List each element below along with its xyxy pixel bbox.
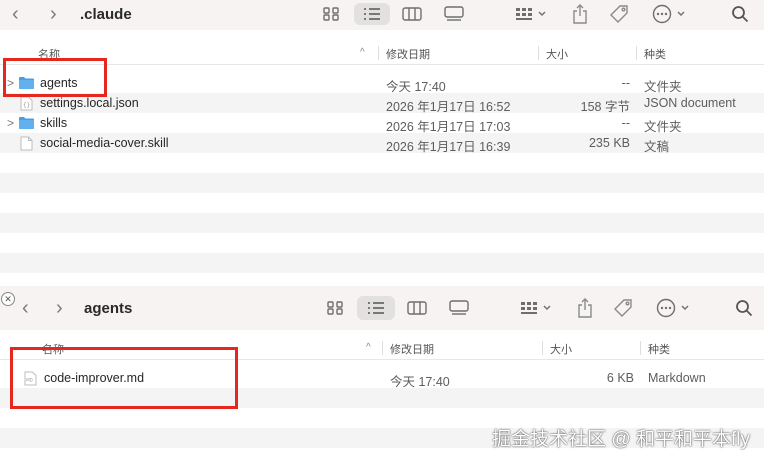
column-divider[interactable] — [538, 46, 539, 60]
group-by-icon[interactable] — [512, 3, 550, 25]
column-divider[interactable] — [542, 341, 543, 355]
forward-button[interactable]: › — [50, 4, 57, 24]
back-button[interactable]: ‹ — [22, 298, 29, 318]
list-item[interactable]: social-media-cover.skill 2026 年1月17日 16:… — [0, 133, 764, 156]
close-icon[interactable]: ✕ — [1, 292, 15, 306]
column-divider[interactable] — [636, 46, 637, 60]
column-size[interactable]: 大小 — [550, 341, 572, 357]
file-size: -- — [621, 76, 630, 90]
document-icon — [20, 136, 33, 156]
file-name: social-media-cover.skill — [40, 136, 169, 150]
finder-window-claude: ‹ › .claude 名称 ^ 修改日期 大小 种类 > agents 今天 … — [0, 0, 764, 283]
window-title: .claude — [80, 6, 132, 23]
file-kind: 文稿 — [644, 140, 670, 154]
back-button[interactable]: ‹ — [12, 4, 19, 24]
column-header: 名称 ^ 修改日期 大小 种类 — [0, 42, 764, 65]
highlight-box — [10, 347, 238, 409]
file-name: skills — [40, 116, 68, 130]
column-date[interactable]: 修改日期 — [386, 46, 430, 62]
file-name: settings.local.json — [40, 96, 139, 110]
column-divider[interactable] — [640, 341, 641, 355]
empty-row — [0, 173, 764, 193]
empty-row — [0, 213, 764, 233]
column-kind[interactable]: 种类 — [648, 341, 670, 357]
disclosure-chevron-icon[interactable]: > — [7, 116, 14, 130]
file-date: 2026 年1月17日 16:39 — [386, 140, 511, 154]
empty-row — [0, 253, 764, 273]
file-size: 6 KB — [606, 371, 634, 385]
share-icon[interactable] — [568, 2, 592, 26]
grid-view-icon[interactable] — [318, 3, 344, 25]
more-actions-icon[interactable] — [650, 3, 690, 25]
column-divider[interactable] — [382, 341, 383, 355]
file-kind: Markdown — [648, 371, 706, 385]
tag-icon[interactable] — [606, 2, 632, 26]
sort-ascending-icon: ^ — [360, 47, 365, 58]
toolbar: ‹ › .claude — [0, 0, 764, 30]
list-item[interactable]: {} settings.local.json 2026 年1月17日 16:52… — [0, 93, 764, 114]
search-icon[interactable] — [732, 297, 756, 319]
grid-view-icon[interactable] — [322, 297, 348, 319]
file-kind: JSON document — [644, 96, 736, 110]
gallery-view-icon[interactable] — [440, 3, 468, 25]
list-item[interactable]: > skills 2026 年1月17日 17:03 -- 文件夹 — [0, 113, 764, 134]
window-title: agents — [84, 300, 133, 317]
list-view-icon[interactable] — [354, 3, 390, 25]
column-date[interactable]: 修改日期 — [390, 341, 434, 357]
search-icon[interactable] — [728, 3, 752, 25]
sort-ascending-icon: ^ — [366, 342, 371, 353]
gallery-view-icon[interactable] — [445, 297, 473, 319]
toolbar: ‹ › agents — [0, 286, 764, 330]
forward-button[interactable]: › — [56, 298, 63, 318]
list-item[interactable]: > agents 今天 17:40 -- 文件夹 — [0, 73, 764, 94]
column-kind[interactable]: 种类 — [644, 46, 666, 62]
svg-text:{}: {} — [23, 102, 30, 109]
tag-icon[interactable] — [610, 296, 636, 320]
group-by-icon[interactable] — [517, 297, 555, 319]
column-view-icon[interactable] — [398, 3, 426, 25]
file-size: 235 KB — [588, 136, 630, 150]
highlight-box — [3, 58, 107, 97]
share-icon[interactable] — [573, 296, 597, 320]
list-view-icon[interactable] — [357, 296, 395, 320]
watermark-text: 掘金技术社区 @ 和平和平本fly — [492, 429, 750, 450]
more-actions-icon[interactable] — [654, 297, 694, 319]
column-divider[interactable] — [378, 46, 379, 60]
file-size: -- — [621, 116, 630, 130]
column-view-icon[interactable] — [403, 297, 431, 319]
column-size[interactable]: 大小 — [546, 46, 568, 62]
